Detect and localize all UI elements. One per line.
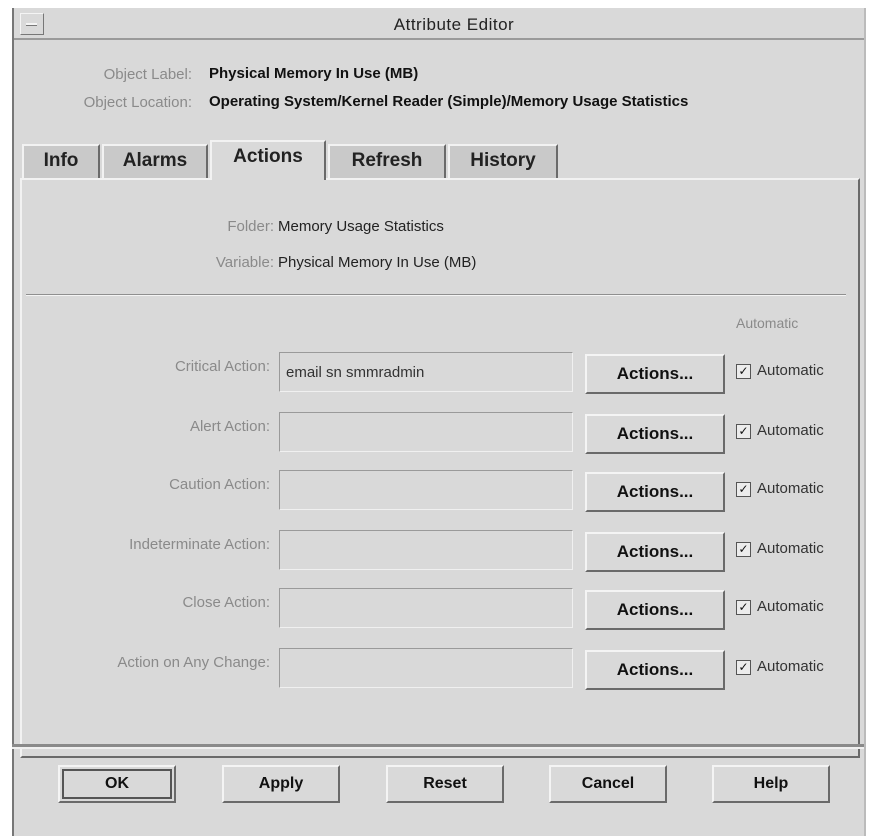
alert-actions-button[interactable]: Actions... [585,414,725,454]
tab-info[interactable]: Info [22,144,100,178]
object-location-value: Operating System/Kernel Reader (Simple)/… [209,93,689,110]
apply-button[interactable]: Apply [222,765,340,803]
critical-automatic-label: Automatic [757,362,824,379]
critical-actions-button[interactable]: Actions... [585,354,725,394]
cancel-button[interactable]: Cancel [549,765,667,803]
critical-action-field[interactable]: email sn smmradmin [279,352,573,392]
button-bar-separator [12,744,864,749]
caution-automatic-label: Automatic [757,480,824,497]
any-change-action-label: Action on Any Change: [117,654,270,671]
window-title: Attribute Editor [393,15,515,34]
object-location-caption: Object Location: [83,94,192,111]
checkmark-icon: ✓ [738,660,749,674]
checkmark-icon: ✓ [738,600,749,614]
tab-actions[interactable]: Actions [210,140,326,180]
folder-value: Memory Usage Statistics [278,218,444,235]
indeterminate-actions-button[interactable]: Actions... [585,532,725,572]
caution-action-field[interactable] [279,470,573,510]
ok-button[interactable]: OK [58,765,176,803]
alert-action-label: Alert Action: [189,418,270,435]
reset-button[interactable]: Reset [386,765,504,803]
close-action-label: Close Action: [182,594,270,611]
indeterminate-action-label: Indeterminate Action: [129,536,270,553]
close-automatic-checkbox[interactable]: ✓ [736,600,751,615]
alert-automatic-label: Automatic [757,422,824,439]
indeterminate-action-field[interactable] [279,530,573,570]
close-automatic-label: Automatic [757,598,824,615]
caution-action-label: Caution Action: [169,476,270,493]
checkmark-icon: ✓ [738,542,749,556]
any-change-action-field[interactable] [279,648,573,688]
any-change-automatic-checkbox[interactable]: ✓ [736,660,751,675]
alert-automatic-checkbox[interactable]: ✓ [736,424,751,439]
caution-automatic-checkbox[interactable]: ✓ [736,482,751,497]
indeterminate-automatic-checkbox[interactable]: ✓ [736,542,751,557]
variable-value: Physical Memory In Use (MB) [278,254,477,271]
critical-automatic-checkbox[interactable]: ✓ [736,364,751,379]
close-actions-button[interactable]: Actions... [585,590,725,630]
window-menu-icon[interactable] [20,13,44,35]
tab-history[interactable]: History [448,144,558,178]
object-label-caption: Object Label: [103,66,192,83]
caution-actions-button[interactable]: Actions... [585,472,725,512]
critical-action-label: Critical Action: [174,358,270,375]
automatic-column-header: Automatic [736,315,799,331]
variable-caption: Variable: [215,254,274,271]
title-bar[interactable]: Attribute Editor [14,8,864,40]
separator [26,294,846,296]
any-change-actions-button[interactable]: Actions... [585,650,725,690]
help-button[interactable]: Help [712,765,830,803]
alert-action-field[interactable] [279,412,573,452]
any-change-automatic-label: Automatic [757,658,824,675]
close-action-field[interactable] [279,588,573,628]
object-label-value: Physical Memory In Use (MB) [209,65,419,82]
checkmark-icon: ✓ [738,482,749,496]
indeterminate-automatic-label: Automatic [757,540,824,557]
folder-caption: Folder: [227,218,274,235]
checkmark-icon: ✓ [738,364,749,378]
checkmark-icon: ✓ [738,424,749,438]
tab-alarms[interactable]: Alarms [102,144,208,178]
tab-refresh[interactable]: Refresh [328,144,446,178]
